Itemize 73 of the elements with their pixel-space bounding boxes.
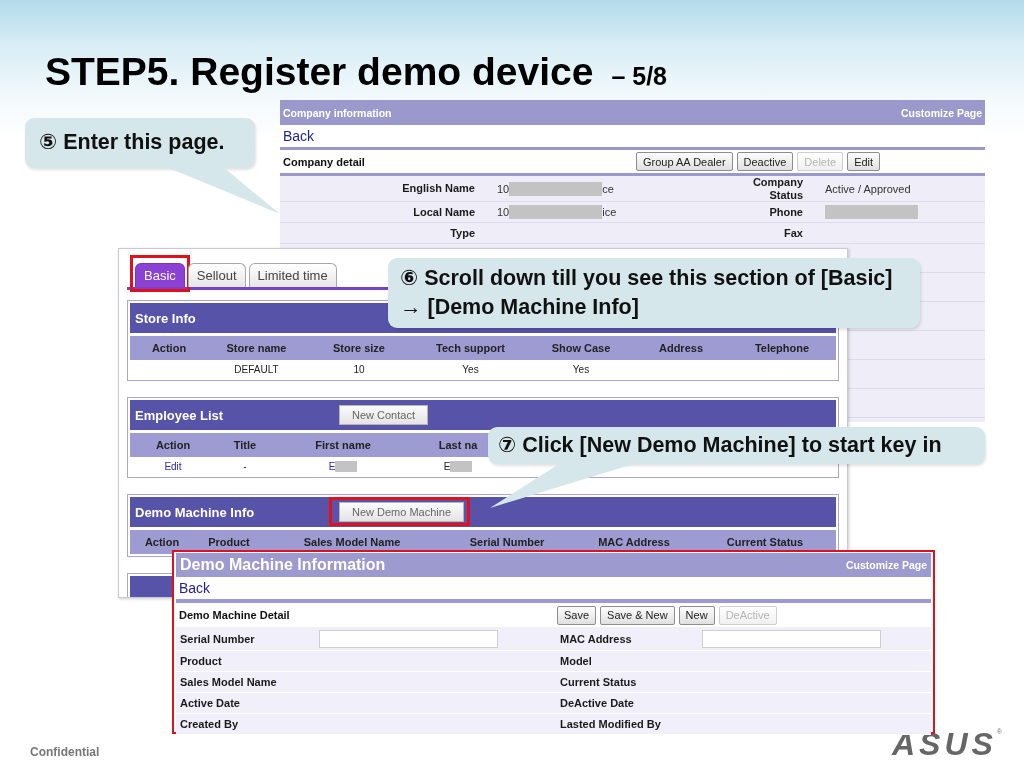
- column-header: Sales Model Name: [302, 536, 402, 548]
- field-label: Lasted Modified By: [560, 718, 662, 730]
- confidential-label: Confidential: [30, 745, 100, 759]
- column-header: Show Case: [550, 342, 612, 354]
- table-link[interactable]: Edit: [164, 460, 182, 472]
- field-label: Sales Model Name: [180, 676, 278, 688]
- text-input-field[interactable]: [319, 629, 498, 648]
- back-link[interactable]: Back: [179, 580, 211, 596]
- detail-title: Demo Machine Detail: [179, 609, 291, 621]
- section-button[interactable]: New Demo Machine: [339, 502, 465, 522]
- form-button[interactable]: Group AA Dealer: [636, 152, 733, 171]
- table-cell: DEFAULT: [234, 363, 279, 375]
- field-label: Company Status: [751, 176, 803, 202]
- field-label: Fax: [783, 226, 803, 240]
- field-value: 10: [497, 182, 510, 195]
- field-label: Created By: [180, 718, 240, 730]
- column-header: Store name: [225, 342, 288, 354]
- field-label: Serial Number: [180, 632, 256, 645]
- field-value: 10: [497, 206, 510, 219]
- panel-title: Company information: [283, 106, 392, 119]
- tab[interactable]: Basic: [135, 263, 185, 287]
- field-value: ice: [602, 206, 617, 219]
- form-button[interactable]: Save: [557, 605, 597, 625]
- field-label: English Name: [401, 182, 475, 195]
- table-cell: E: [443, 460, 451, 472]
- column-header: Tech support: [435, 342, 506, 354]
- field-label: MAC Address: [560, 632, 633, 645]
- slide-title: STEP5. Register demo device: [45, 50, 594, 95]
- back-link[interactable]: Back: [283, 128, 315, 144]
- column-header: Store size: [332, 342, 386, 354]
- column-header: Telephone: [753, 342, 811, 354]
- column-header: Product: [207, 536, 251, 548]
- field-value: Active / Approved: [825, 182, 911, 195]
- field-label: Type: [449, 226, 475, 240]
- field-label: Active Date: [180, 697, 241, 709]
- form-button[interactable]: Edit: [847, 152, 881, 171]
- table-cell: Yes: [462, 363, 479, 375]
- section-title: Store Info: [134, 310, 197, 326]
- table-link[interactable]: E: [328, 460, 336, 472]
- page-counter: – 5/8: [611, 62, 667, 91]
- callout-bubble: ⑥ Scroll down till you see this section of [Basic] → [Demo Machine Info]: [388, 258, 920, 328]
- panel-title: Demo Machine Information: [180, 556, 386, 574]
- field-label: Current Status: [560, 676, 638, 688]
- detail-title: Company detail: [283, 155, 366, 168]
- field-label: Model: [560, 655, 593, 667]
- column-header: Action: [143, 536, 181, 548]
- column-header: MAC Address: [597, 536, 671, 548]
- column-header: Address: [658, 342, 704, 354]
- form-button[interactable]: New: [678, 605, 715, 625]
- table-cell: 10: [353, 363, 365, 375]
- column-header: Action: [150, 342, 188, 354]
- column-header: Last na: [437, 439, 479, 451]
- tab[interactable]: Sellout: [187, 263, 246, 287]
- section-button[interactable]: New Contact: [339, 405, 428, 425]
- section-title: Employee List: [134, 407, 225, 423]
- column-header: Serial Number: [468, 536, 546, 548]
- field-label: Local Name: [412, 205, 475, 219]
- text-input-field[interactable]: [702, 629, 881, 648]
- tab[interactable]: Limited time: [248, 263, 337, 287]
- column-header: Title: [232, 439, 258, 451]
- column-header: First name: [314, 439, 372, 451]
- table-cell: -: [243, 460, 247, 472]
- field-label: Product: [180, 655, 223, 667]
- brand-logo: ASUS: [891, 728, 997, 760]
- field-value: ce: [602, 182, 614, 195]
- column-header: Current Status: [725, 536, 805, 548]
- section-title: Demo Machine Info: [134, 504, 256, 520]
- table-cell: Yes: [572, 363, 590, 375]
- form-button[interactable]: Deactive: [736, 152, 794, 171]
- form-button[interactable]: Save & New: [600, 605, 675, 625]
- column-header: Action: [154, 439, 192, 451]
- field-label: DeActive Date: [560, 697, 635, 709]
- field-label: Phone: [768, 205, 803, 219]
